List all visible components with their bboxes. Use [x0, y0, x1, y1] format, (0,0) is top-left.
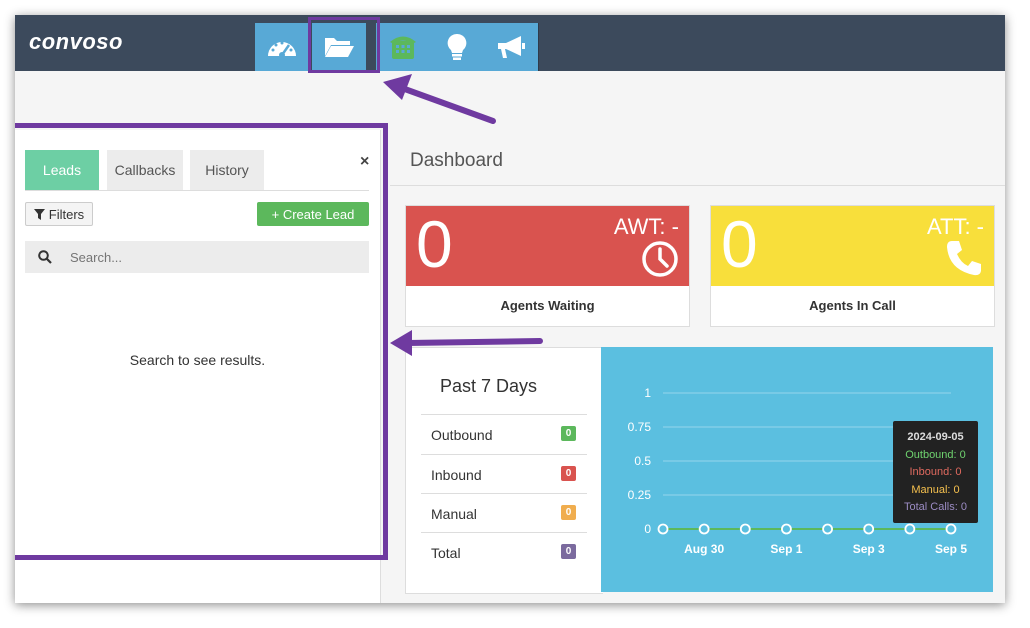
arrow-to-panel — [390, 330, 543, 356]
arrow-to-nav — [383, 74, 496, 124]
annotation-arrows — [383, 74, 543, 356]
